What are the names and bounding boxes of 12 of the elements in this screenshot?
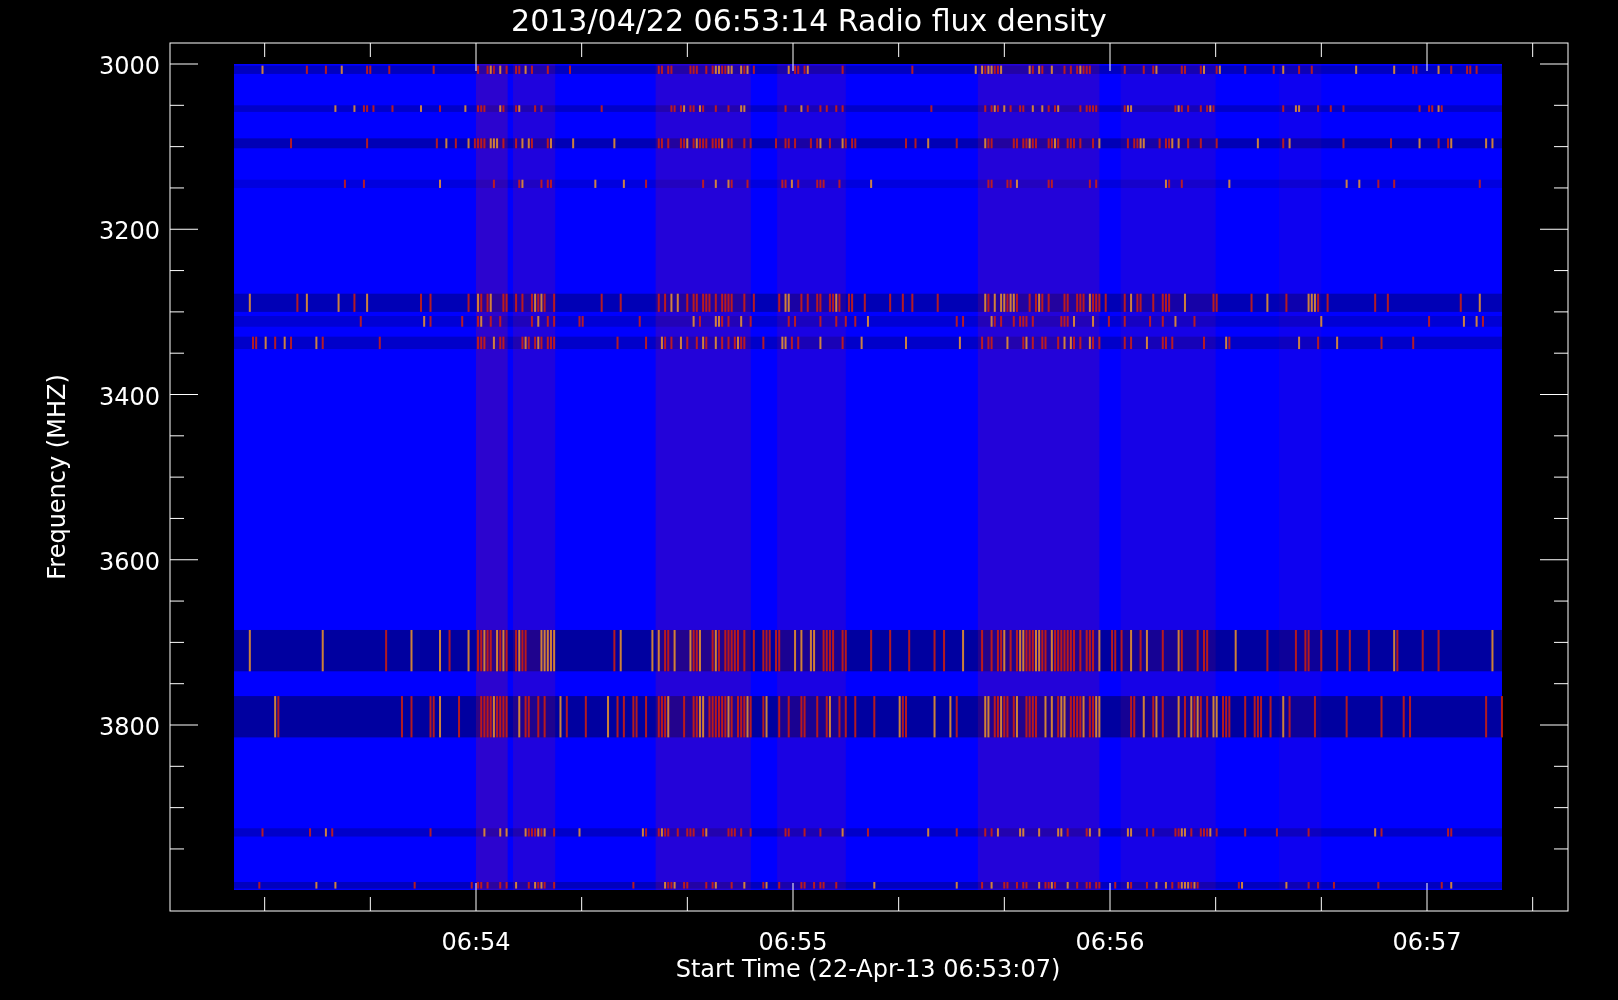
x-tick-label: 06:54 <box>441 928 511 956</box>
y-tick-label: 3200 <box>98 217 160 246</box>
y-axis-label: Frequency (MHZ) <box>43 374 71 580</box>
plot-title: 2013/04/22 06:53:14 Radio flux density <box>511 3 1107 38</box>
x-tick-label: 06:55 <box>758 928 828 956</box>
y-tick-label: 3000 <box>98 52 160 80</box>
x-tick-label: 06:56 <box>1075 928 1145 956</box>
y-tick-label: 3400 <box>98 382 160 411</box>
x-tick-label: 06:57 <box>1392 928 1462 956</box>
y-tick-label: 3600 <box>98 547 160 576</box>
y-tick-label: 3800 <box>98 713 160 741</box>
x-axis-label: Start Time (22-Apr-13 06:53:07) <box>675 955 1061 983</box>
